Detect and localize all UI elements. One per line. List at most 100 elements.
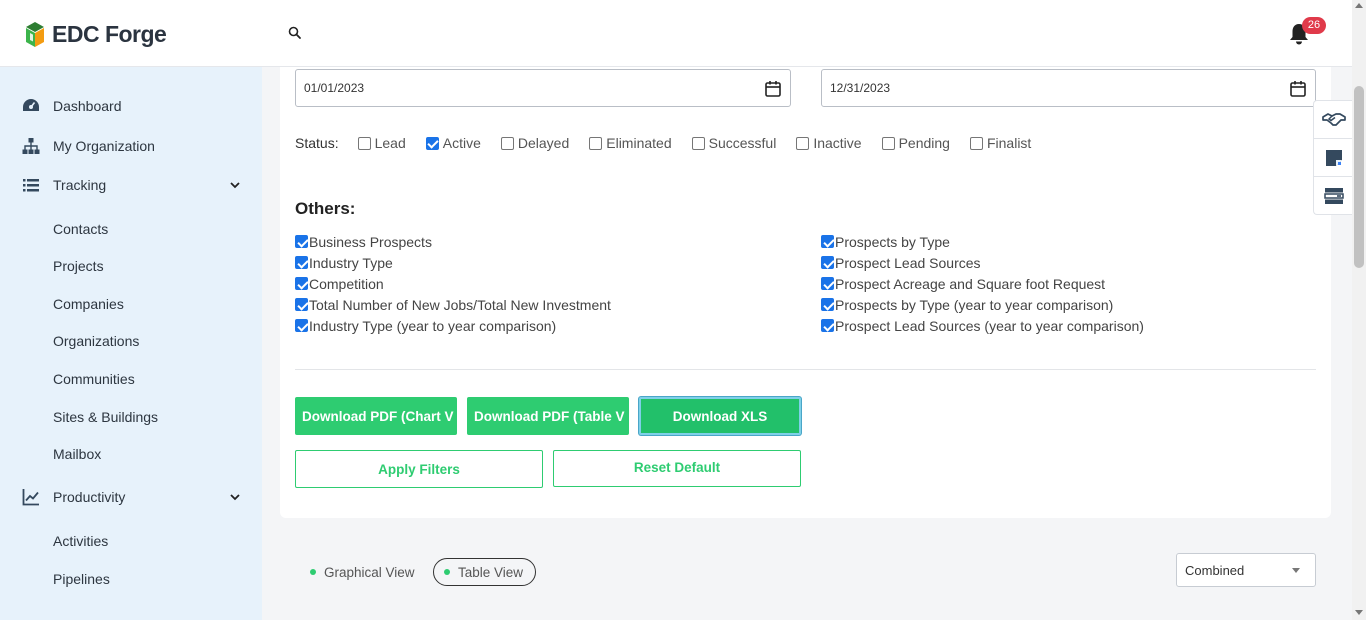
page-scrollbar[interactable] [1352, 0, 1366, 620]
status-checkbox-eliminated[interactable]: Eliminated [589, 135, 672, 151]
report-checkbox-lead-sources-yoy[interactable]: Prospect Lead Sources (year to year comp… [821, 315, 1144, 336]
checkbox[interactable] [969, 136, 983, 150]
checkbox[interactable] [796, 136, 810, 150]
view-mode-value: Combined [1185, 562, 1245, 578]
checkbox[interactable] [295, 298, 308, 311]
view-mode-select[interactable]: Combined [1176, 553, 1316, 587]
org-chart-icon [22, 138, 40, 154]
status-checkbox-delayed[interactable]: Delayed [500, 135, 570, 151]
report-checkbox-prospects-by-type-yoy[interactable]: Prospects by Type (year to year comparis… [821, 294, 1144, 315]
top-header: EDC Forge 26 [0, 0, 1352, 67]
checkbox[interactable] [821, 256, 834, 269]
graphical-view-label: Graphical View [324, 564, 415, 580]
checkbox-label: Inactive [813, 135, 862, 151]
sidebar: Dashboard My Organization Tracking Conta… [0, 67, 262, 620]
sidebar-subitem-sites-buildings[interactable]: Sites & Buildings [53, 407, 158, 427]
sidebar-item-label: Tracking [53, 177, 107, 193]
caret-down-icon [1292, 568, 1300, 573]
end-date-input[interactable]: 12/31/2023 [821, 69, 1316, 107]
checkbox[interactable] [589, 136, 603, 150]
checkbox[interactable] [821, 298, 834, 311]
handshake-icon [1321, 112, 1346, 126]
sidebar-subitem-activities[interactable]: Activities [53, 531, 108, 551]
sidebar-subitem-communities[interactable]: Communities [53, 369, 135, 389]
sidebar-item-dashboard[interactable]: Dashboard [0, 91, 262, 121]
section-divider [295, 369, 1316, 370]
status-checkbox-inactive[interactable]: Inactive [796, 135, 862, 151]
checkbox-label: Prospect Acreage and Square foot Request [835, 275, 1106, 292]
chevron-down-icon[interactable] [229, 179, 241, 191]
checkbox[interactable] [821, 235, 834, 248]
server-list-button[interactable] [1314, 177, 1353, 215]
report-checkbox-competition[interactable]: Competition [295, 273, 611, 294]
scrollbar-thumb[interactable] [1354, 86, 1364, 268]
chevron-down-icon[interactable] [229, 491, 241, 503]
start-date-value: 01/01/2023 [304, 81, 365, 95]
scroll-up-arrow-icon[interactable] [1355, 3, 1363, 8]
sticky-note-button[interactable] [1314, 139, 1353, 177]
checkbox[interactable] [295, 319, 308, 332]
status-filter-row: Status: Lead Active Delayed Eliminated S… [295, 133, 1051, 153]
sidebar-subitem-companies[interactable]: Companies [53, 294, 124, 314]
table-view-toggle[interactable]: Table View [433, 558, 537, 586]
report-checkbox-prospects-by-type[interactable]: Prospects by Type [821, 231, 1144, 252]
download-xls-button[interactable]: Download XLS [639, 397, 801, 435]
radio-dot [444, 569, 450, 575]
sidebar-subitem-projects[interactable]: Projects [53, 256, 104, 276]
search-icon[interactable] [288, 26, 302, 40]
sidebar-subitem-pipelines[interactable]: Pipelines [53, 569, 110, 589]
status-checkbox-successful[interactable]: Successful [691, 135, 777, 151]
sidebar-subitem-mailbox[interactable]: Mailbox [53, 444, 101, 464]
report-checkbox-industry-type-yoy[interactable]: Industry Type (year to year comparison) [295, 315, 611, 336]
checkbox[interactable] [295, 277, 308, 290]
checkbox[interactable] [821, 277, 834, 290]
checkbox-label: Industry Type (year to year comparison) [309, 317, 557, 334]
sidebar-item-my-organization[interactable]: My Organization [0, 131, 262, 161]
report-checkbox-acreage-request[interactable]: Prospect Acreage and Square foot Request [821, 273, 1144, 294]
app-name: EDC Forge [52, 20, 167, 47]
report-filter-card: 01/01/2023 12/31/2023 Status: Lead Activ… [280, 67, 1331, 518]
sidebar-subitem-organizations[interactable]: Organizations [53, 331, 139, 351]
download-pdf-chart-button[interactable]: Download PDF (Chart V [295, 397, 457, 435]
checkbox[interactable] [691, 136, 705, 150]
apply-filters-button[interactable]: Apply Filters [295, 450, 543, 488]
checkbox-label: Total Number of New Jobs/Total New Inves… [309, 296, 611, 313]
checkbox[interactable] [357, 136, 371, 150]
checkbox[interactable] [295, 256, 308, 269]
calendar-icon[interactable] [765, 80, 781, 97]
server-list-icon [1323, 188, 1344, 204]
scroll-down-arrow-icon[interactable] [1355, 610, 1363, 615]
app-logo[interactable]: EDC Forge [24, 20, 167, 48]
status-label: Status: [295, 135, 339, 151]
calendar-icon[interactable] [1290, 80, 1306, 97]
status-checkbox-lead[interactable]: Lead [357, 135, 406, 151]
checkbox[interactable] [500, 136, 514, 150]
sidebar-item-tracking[interactable]: Tracking [0, 170, 262, 200]
sidebar-item-productivity[interactable]: Productivity [0, 482, 262, 512]
status-checkbox-finalist[interactable]: Finalist [969, 135, 1031, 151]
checkbox[interactable] [881, 136, 895, 150]
download-pdf-table-button[interactable]: Download PDF (Table V [467, 397, 629, 435]
handshake-button[interactable] [1314, 101, 1353, 139]
status-checkbox-active[interactable]: Active [425, 135, 481, 151]
sticky-note-icon [1325, 149, 1342, 166]
checkbox[interactable] [295, 235, 308, 248]
checkbox[interactable] [425, 136, 439, 150]
report-checkbox-industry-type[interactable]: Industry Type [295, 252, 611, 273]
table-view-label: Table View [458, 564, 524, 580]
checkbox-label: Successful [708, 135, 777, 151]
checkbox-label: Prospect Lead Sources [835, 254, 981, 271]
start-date-input[interactable]: 01/01/2023 [295, 69, 791, 107]
report-checkbox-new-jobs-investment[interactable]: Total Number of New Jobs/Total New Inves… [295, 294, 611, 315]
checkbox[interactable] [821, 319, 834, 332]
others-section-title: Others: [295, 199, 356, 218]
report-checkbox-lead-sources[interactable]: Prospect Lead Sources [821, 252, 1144, 273]
checkbox-label: Delayed [517, 135, 570, 151]
sidebar-subitem-contacts[interactable]: Contacts [53, 219, 108, 239]
dashboard-gauge-icon [23, 99, 39, 111]
status-checkbox-pending[interactable]: Pending [881, 135, 950, 151]
sidebar-item-label: My Organization [53, 138, 155, 154]
graphical-view-toggle[interactable]: Graphical View [310, 558, 415, 586]
report-checkbox-business-prospects[interactable]: Business Prospects [295, 231, 611, 252]
reset-default-button[interactable]: Reset Default [553, 450, 801, 487]
